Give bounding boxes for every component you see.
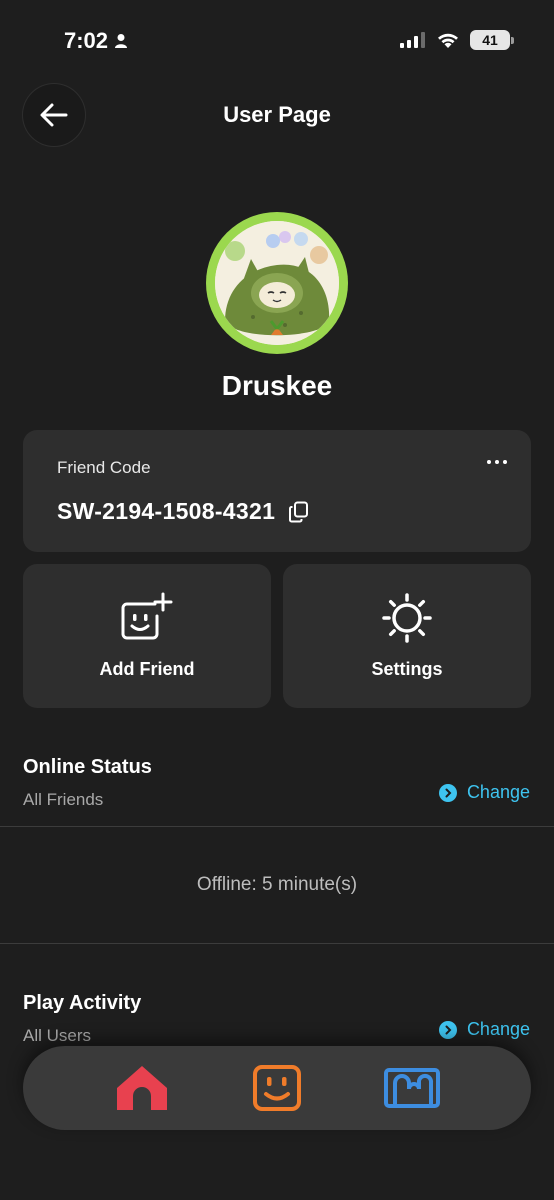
home-icon (117, 1066, 168, 1110)
settings-button[interactable]: Settings (283, 564, 531, 708)
status-bar-time: 7:02 (64, 28, 128, 54)
add-friend-icon (121, 592, 173, 640)
signal-icon (400, 32, 425, 48)
friend-code-text: SW-2194-1508-4321 (57, 498, 276, 524)
avatar-image (215, 221, 339, 345)
change-label: Change (466, 782, 530, 802)
play-activity-title: Play Activity (23, 992, 142, 1014)
time-text: 7:02 (64, 28, 109, 53)
divider (0, 943, 554, 944)
more-options-icon[interactable] (487, 460, 507, 464)
avatar[interactable] (206, 212, 348, 354)
copy-icon[interactable] (289, 501, 309, 523)
add-friend-label: Add Friend (99, 659, 195, 679)
online-status-title: Online Status (23, 756, 152, 778)
nav-news-button[interactable] (382, 1058, 442, 1118)
wifi-icon (438, 33, 458, 48)
friend-code-card: Friend Code SW-2194-1508-4321 (23, 430, 531, 552)
change-label: Change (466, 1019, 530, 1039)
chevron-right-icon (438, 783, 457, 802)
play-activity-change-link[interactable]: Change (438, 1019, 530, 1040)
chevron-right-icon (438, 1020, 457, 1039)
gear-icon (382, 593, 432, 643)
news-icon (383, 1068, 440, 1108)
add-friend-button[interactable]: Add Friend (23, 564, 271, 708)
divider (0, 826, 554, 827)
bottom-nav-bar (23, 1046, 531, 1130)
friend-code-label: Friend Code (57, 458, 151, 477)
status-bar-indicators: 41 (400, 30, 514, 50)
play-activity-value: All Users (23, 1026, 92, 1045)
nav-friends-button[interactable] (247, 1058, 307, 1118)
friend-code-value: SW-2194-1508-4321 (57, 498, 309, 525)
settings-label: Settings (371, 659, 443, 679)
battery-level: 41 (482, 32, 498, 48)
page-title: User Page (223, 102, 331, 127)
nav-home-button[interactable] (112, 1058, 172, 1118)
online-status-change-link[interactable]: Change (438, 782, 530, 803)
friends-icon (252, 1065, 301, 1111)
person-icon (115, 34, 128, 48)
online-status-value: All Friends (23, 790, 104, 809)
offline-status-text: Offline: 5 minute(s) (196, 874, 358, 895)
battery-indicator: 41 (470, 30, 514, 50)
username: Druskee (221, 370, 333, 401)
